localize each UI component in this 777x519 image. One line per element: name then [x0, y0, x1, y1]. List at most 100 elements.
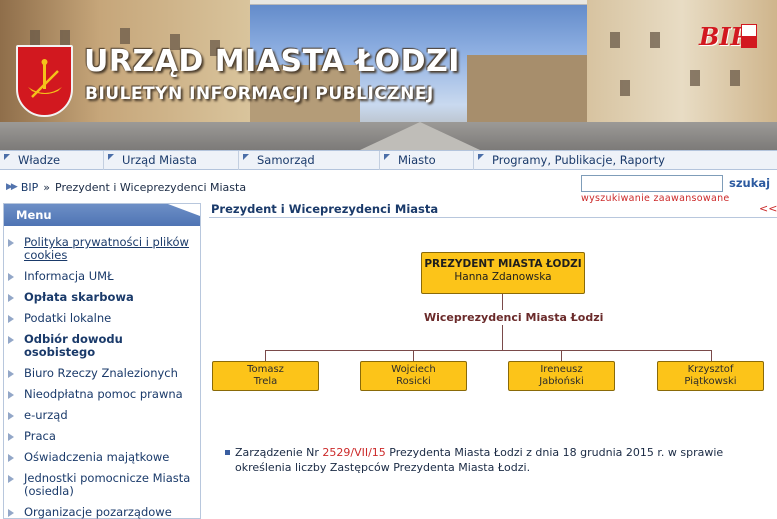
menu-item-jednostki-pomocnicze[interactable]: Jednostki pomocnicze Miasta (osiedla) [4, 472, 200, 498]
banner-window [620, 80, 630, 96]
menu-item-e-urzad[interactable]: e-urząd [4, 409, 200, 422]
org-connector [502, 325, 503, 350]
nav-item-programy[interactable]: Programy, Publikacje, Raporty [474, 151, 777, 170]
breadcrumb: ▶▶ BIP » Prezydent i Wiceprezydenci Mias… [6, 180, 246, 194]
title-divider [209, 217, 777, 218]
nav-item-samorzad[interactable]: Samorząd [239, 151, 380, 170]
menu-item-praca[interactable]: Praca [4, 430, 200, 443]
nav-item-label: Władze [18, 153, 61, 167]
menu-item-odbior-dowodu[interactable]: Odbiór dowodu osobistego [4, 333, 200, 359]
vice-president-last-name: Piątkowski [684, 376, 737, 387]
bip-logo[interactable]: BIP [699, 22, 757, 56]
nav-item-label: Programy, Publikacje, Raporty [492, 153, 665, 167]
menu-arrow-icon [8, 412, 14, 420]
vice-president-box[interactable]: Krzysztof Piątkowski [657, 361, 764, 391]
menu-item-podatki-lokalne[interactable]: Podatki lokalne [4, 312, 200, 325]
nav-arrow-icon [108, 154, 114, 160]
menu-list: Polityka prywatności i plików cookies In… [4, 226, 200, 519]
breadcrumb-link-bip[interactable]: BIP [21, 181, 38, 194]
nav-arrow-icon [243, 154, 249, 160]
menu-item-oswiadczenia[interactable]: Oświadczenia majątkowe [4, 451, 200, 464]
banner-window [690, 70, 700, 86]
menu-item-label: Organizacje pozarządowe [24, 505, 172, 519]
nav-item-urzad-miasta[interactable]: Urząd Miasta [104, 151, 239, 170]
nav-arrow-icon [4, 154, 10, 160]
menu-arrow-icon [8, 336, 14, 344]
menu-arrow-icon [8, 370, 14, 378]
menu-header-label: Menu [16, 208, 52, 222]
breadcrumb-current: Prezydent i Wiceprezydenci Miasta [55, 180, 247, 194]
banner-building-right [587, 0, 777, 125]
vice-president-last-name: Trela [253, 376, 278, 387]
banner-window [30, 30, 40, 46]
menu-header: Menu [4, 204, 200, 226]
nav-item-wladze[interactable]: Władze [0, 151, 104, 170]
menu-item-organizacje[interactable]: Organizacje pozarządowe [4, 506, 200, 519]
nav-arrow-icon [478, 154, 484, 160]
decree-prefix: Zarządzenie Nr [235, 446, 323, 459]
menu-arrow-icon [8, 315, 14, 323]
menu-item-label: Opłata skarbowa [24, 290, 134, 304]
decree-list-item: Zarządzenie Nr 2529/VII/15 Prezydenta Mi… [225, 445, 775, 475]
menu-arrow-icon [8, 475, 14, 483]
president-role: PREZYDENT MIASTA ŁODZI [424, 258, 582, 270]
org-connector [265, 350, 266, 361]
breadcrumb-separator: » [43, 180, 51, 194]
vice-president-first-name: Tomasz [247, 364, 284, 375]
menu-arrow-icon [8, 273, 14, 281]
header-banner: URZĄD MIASTA ŁODZI BIULETYN INFORMACJI P… [0, 0, 777, 150]
menu-arrow-icon [8, 433, 14, 441]
vice-presidents-label: Wiceprezydenci Miasta Łodzi [424, 311, 604, 324]
banner-window [120, 28, 130, 44]
nav-arrow-icon [384, 154, 390, 160]
decree-line-1: Zarządzenie Nr 2529/VII/15 Prezydenta Mi… [235, 445, 775, 460]
polish-flag-icon [741, 24, 757, 48]
org-connector [265, 350, 712, 351]
banner-street [0, 122, 777, 150]
nav-item-label: Urząd Miasta [122, 153, 197, 167]
menu-item-label: Biuro Rzeczy Znalezionych [24, 366, 178, 380]
nav-item-label: Samorząd [257, 153, 315, 167]
menu-item-label: e-urząd [24, 408, 68, 422]
banner-window [610, 32, 620, 48]
menu-arrow-icon [8, 239, 14, 247]
vice-president-last-name: Rosicki [396, 376, 431, 387]
menu-header-corner [168, 204, 200, 216]
menu-item-oplata-skarbowa[interactable]: Opłata skarbowa [4, 291, 200, 304]
menu-item-label: Praca [24, 429, 56, 443]
menu-item-label: Jednostki pomocnicze Miasta (osiedla) [24, 471, 191, 498]
advanced-search-link[interactable]: wyszukiwanie zaawansowane [581, 193, 730, 204]
menu-item-label: Oświadczenia majątkowe [24, 450, 170, 464]
search-input[interactable] [581, 175, 723, 192]
vice-president-first-name: Wojciech [391, 364, 436, 375]
boat-icon [28, 59, 62, 98]
nav-item-miasto[interactable]: Miasto [380, 151, 474, 170]
decree-number-link[interactable]: 2529/VII/15 [322, 446, 385, 459]
menu-item-privacy-policy[interactable]: Polityka prywatności i plików cookies [4, 236, 200, 262]
president-box[interactable]: PREZYDENT MIASTA ŁODZI Hanna Zdanowska [421, 252, 585, 294]
banner-window [730, 70, 740, 86]
menu-item-biuro-rzeczy[interactable]: Biuro Rzeczy Znalezionych [4, 367, 200, 380]
decree-line-2: określenia liczby Zastępców Prezydenta M… [235, 461, 531, 474]
org-connector [561, 350, 562, 361]
bullet-icon [225, 450, 230, 455]
nav-item-label: Miasto [398, 153, 436, 167]
decree-text: Prezydenta Miasta Łodzi z dnia 18 grudni… [385, 446, 724, 459]
menu-arrow-icon [8, 454, 14, 462]
vice-president-first-name: Ireneusz [540, 364, 583, 375]
menu-item-informacja-uml[interactable]: Informacja UMŁ [4, 270, 200, 283]
back-link[interactable]: << [759, 202, 777, 215]
menu-item-pomoc-prawna[interactable]: Nieodpłatna pomoc prawna [4, 388, 200, 401]
vice-president-box[interactable]: Ireneusz Jabłoński [508, 361, 615, 391]
vice-president-first-name: Krzysztof [687, 364, 734, 375]
menu-item-label: Polityka prywatności i plików cookies [24, 235, 189, 262]
menu-item-label: Informacja UMŁ [24, 269, 114, 283]
banner-window [650, 32, 660, 48]
search-button[interactable]: szukaj [729, 176, 770, 190]
sidebar-menu: Menu Polityka prywatności i plików cooki… [3, 203, 201, 519]
vice-president-box[interactable]: Tomasz Trela [212, 361, 319, 391]
vice-president-box[interactable]: Wojciech Rosicki [360, 361, 467, 391]
president-name: Hanna Zdanowska [454, 271, 552, 283]
menu-item-label: Podatki lokalne [24, 311, 112, 325]
page-title: Prezydent i Wiceprezydenci Miasta [211, 202, 439, 216]
